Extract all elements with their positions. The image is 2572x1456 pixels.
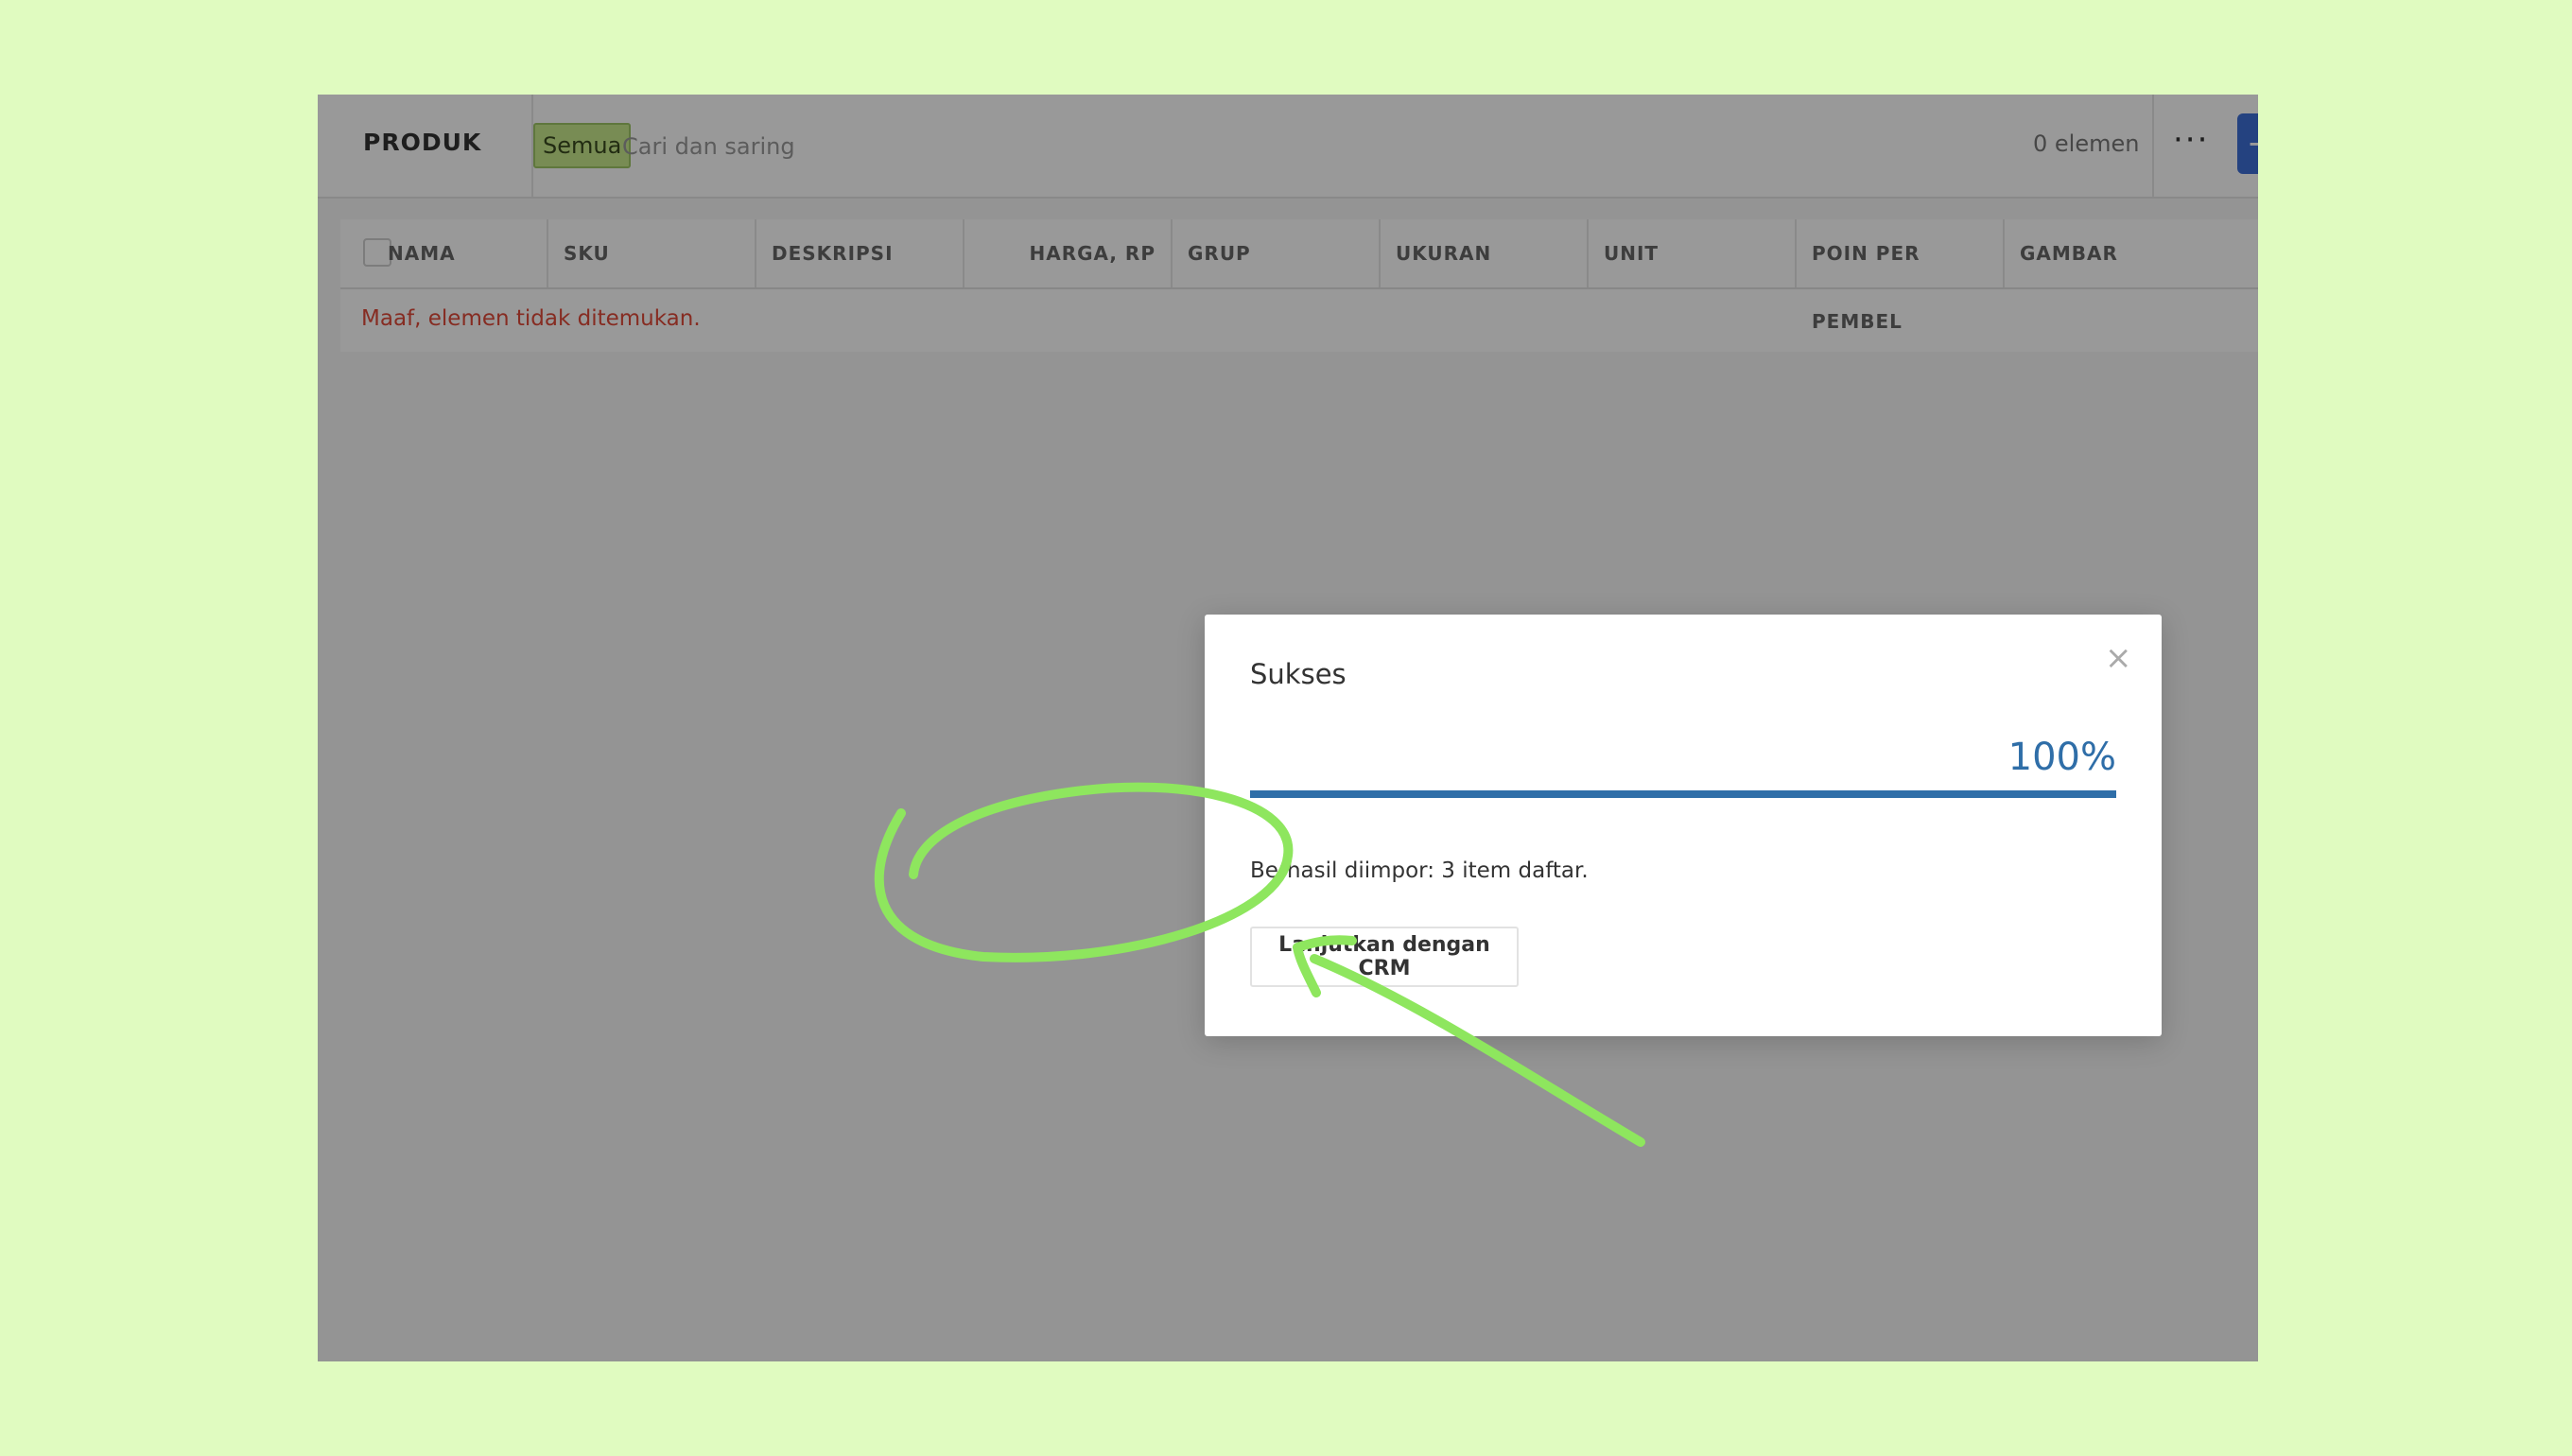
arrow-annotation [1310,954,1645,1147]
annotation-overlay [874,782,1645,1147]
highlight-circle-annotation [874,782,1294,962]
